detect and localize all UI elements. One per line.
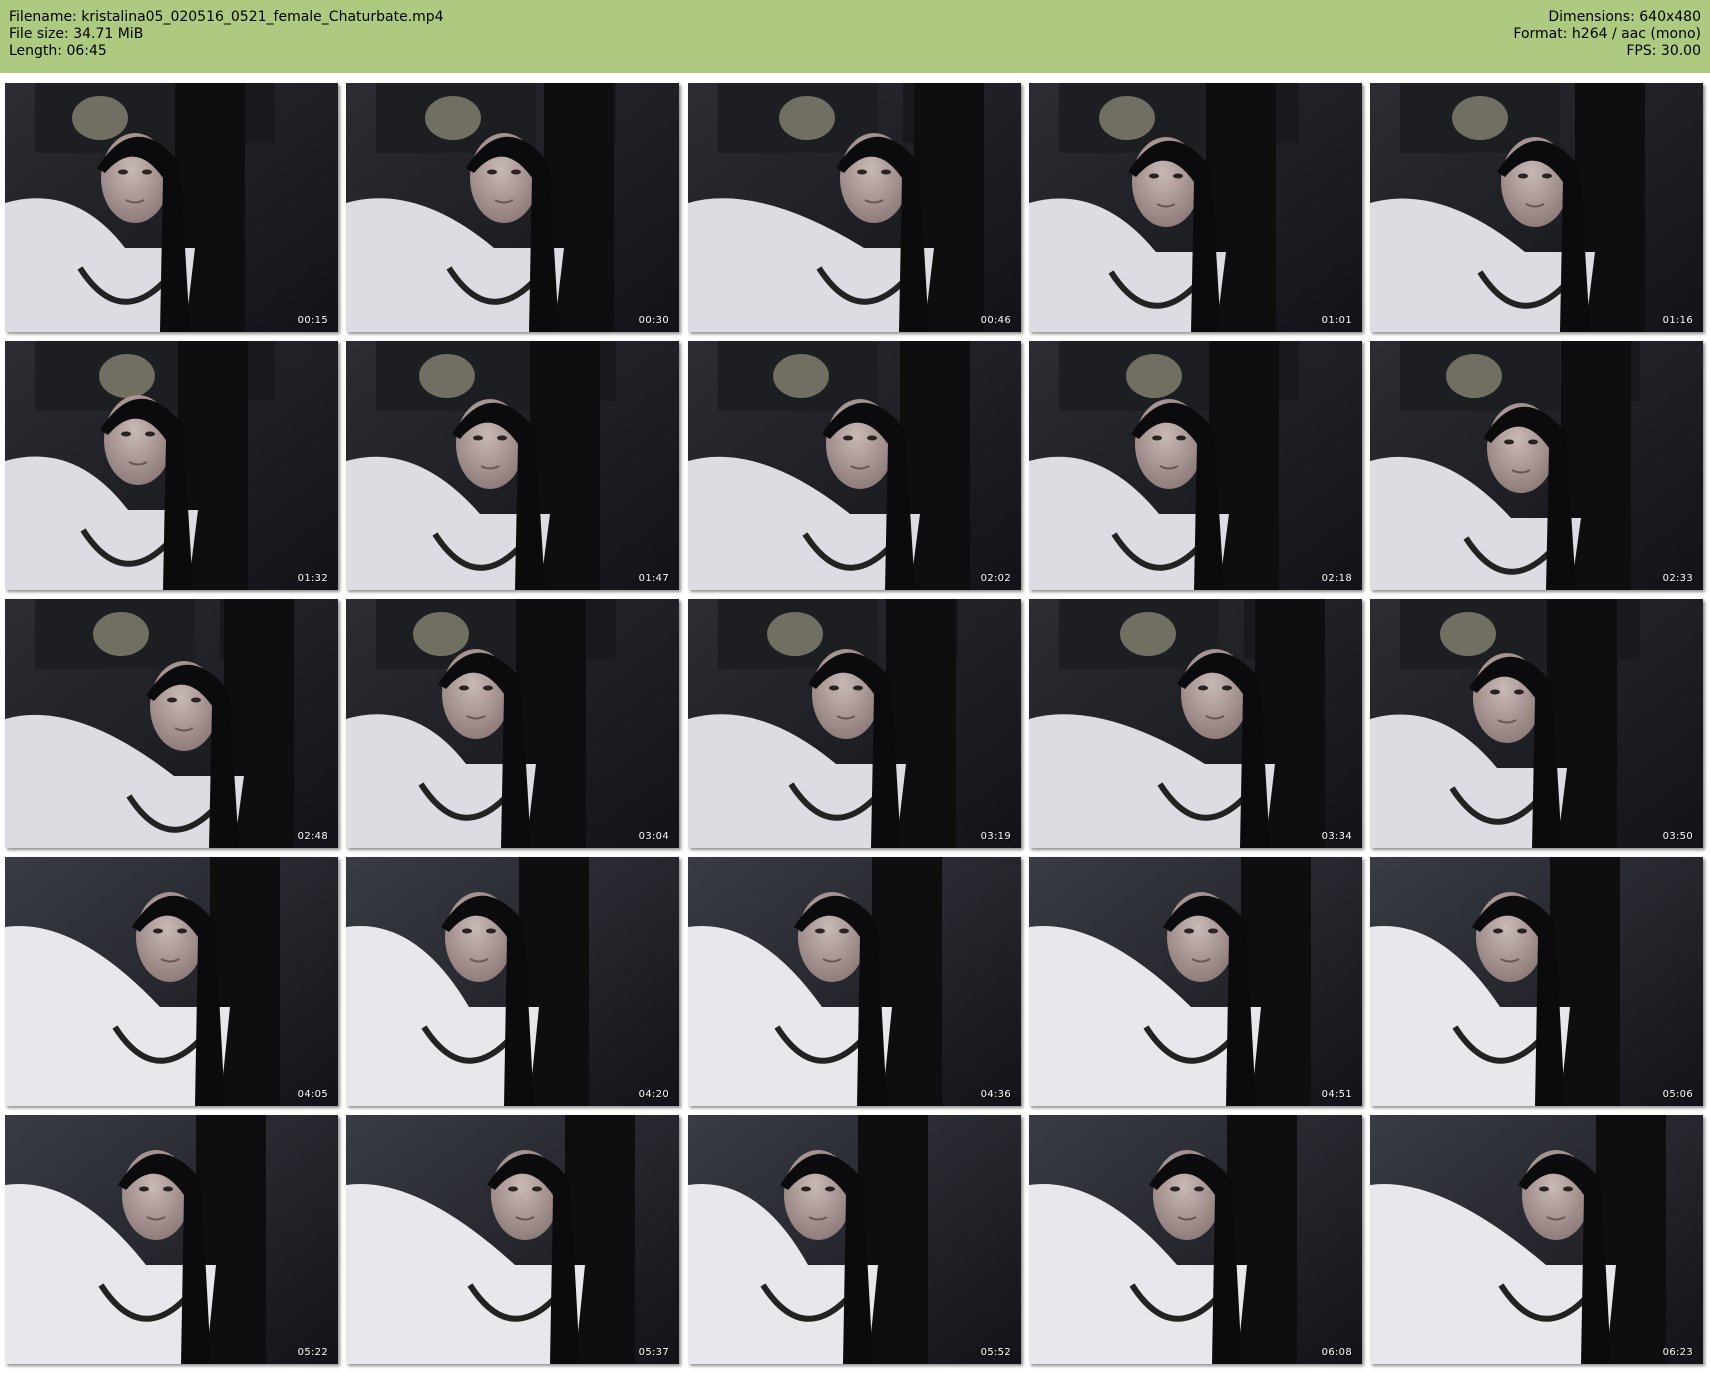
video-thumbnail: 04:36 [688, 857, 1021, 1106]
thumbnail-timestamp: 00:15 [297, 315, 328, 326]
video-thumbnail: 06:23 [1370, 1115, 1703, 1364]
thumbnail-timestamp: 03:19 [980, 831, 1011, 842]
thumbnail-timestamp: 05:22 [297, 1347, 328, 1358]
video-thumbnail: 02:18 [1029, 341, 1362, 590]
thumbnail-timestamp: 04:36 [980, 1089, 1011, 1100]
thumbnail-frame-image [688, 83, 1021, 332]
thumbnail-timestamp: 03:34 [1321, 831, 1352, 842]
video-thumbnail: 01:01 [1029, 83, 1362, 332]
video-thumbnail: 03:50 [1370, 599, 1703, 848]
video-thumbnail: 03:19 [688, 599, 1021, 848]
thumbnail-timestamp: 05:06 [1662, 1089, 1693, 1100]
video-thumbnail: 04:05 [5, 857, 338, 1106]
video-thumbnail: 01:47 [346, 341, 679, 590]
thumbnail-timestamp: 02:33 [1662, 573, 1693, 584]
thumbnail-frame-image [688, 857, 1021, 1106]
thumbnail-frame-image [5, 83, 338, 332]
length-text: Length: 06:45 [9, 43, 107, 59]
thumbnail-frame-image [5, 341, 338, 590]
thumbnail-timestamp: 01:01 [1321, 315, 1352, 326]
thumbnail-timestamp: 01:47 [638, 573, 669, 584]
thumbnail-timestamp: 01:16 [1662, 315, 1693, 326]
thumbnail-frame-image [1370, 599, 1703, 848]
video-thumbnail: 01:32 [5, 341, 338, 590]
video-thumbnail: 05:22 [5, 1115, 338, 1364]
filesize-text: File size: 34.71 MiB [9, 26, 144, 42]
thumbnail-timestamp: 06:08 [1321, 1347, 1352, 1358]
thumbnail-frame-image [1370, 1115, 1703, 1364]
thumbnail-frame-image [346, 1115, 679, 1364]
thumbnail-frame-image [346, 83, 679, 332]
video-thumbnail: 04:51 [1029, 857, 1362, 1106]
thumbnail-frame-image [688, 341, 1021, 590]
format-text: Format: h264 / aac (mono) [1513, 26, 1701, 42]
video-thumbnail: 00:15 [5, 83, 338, 332]
video-thumbnail: 00:30 [346, 83, 679, 332]
thumbnail-timestamp: 02:48 [297, 831, 328, 842]
thumbnail-timestamp: 05:37 [638, 1347, 669, 1358]
info-right: Dimensions: 640x480 Format: h264 / aac (… [1513, 9, 1701, 60]
thumbnail-frame-image [1029, 857, 1362, 1106]
fps-text: FPS: 30.00 [1626, 43, 1701, 59]
thumbnail-timestamp: 01:32 [297, 573, 328, 584]
thumbnail-frame-image [688, 1115, 1021, 1364]
thumbnail-timestamp: 04:51 [1321, 1089, 1352, 1100]
thumbnail-frame-image [346, 341, 679, 590]
thumbnail-frame-image [1029, 341, 1362, 590]
thumbnail-frame-image [1029, 83, 1362, 332]
info-left: Filename: kristalina05_020516_0521_femal… [9, 9, 444, 60]
thumbnail-timestamp: 06:23 [1662, 1347, 1693, 1358]
thumbnail-frame-image [346, 857, 679, 1106]
thumbnail-frame-image [346, 599, 679, 848]
dimensions-text: Dimensions: 640x480 [1548, 9, 1701, 25]
thumbnail-frame-image [1370, 83, 1703, 332]
thumbnail-grid: 00:15 00:30 00:46 01:01 01:16 01:32 01:47 02:02… [5, 83, 1705, 1368]
thumbnail-frame-image [1370, 341, 1703, 590]
thumbnail-frame-image [688, 599, 1021, 848]
info-header: Filename: kristalina05_020516_0521_femal… [0, 0, 1710, 73]
thumbnail-timestamp: 03:04 [638, 831, 669, 842]
thumbnail-frame-image [5, 599, 338, 848]
video-thumbnail: 05:37 [346, 1115, 679, 1364]
thumbnail-timestamp: 04:05 [297, 1089, 328, 1100]
video-thumbnail: 04:20 [346, 857, 679, 1106]
thumbnail-timestamp: 00:46 [980, 315, 1011, 326]
filename-text: Filename: kristalina05_020516_0521_femal… [9, 9, 444, 25]
video-thumbnail: 06:08 [1029, 1115, 1362, 1364]
video-thumbnail: 03:34 [1029, 599, 1362, 848]
thumbnail-timestamp: 05:52 [980, 1347, 1011, 1358]
video-thumbnail: 05:06 [1370, 857, 1703, 1106]
thumbnail-frame-image [1370, 857, 1703, 1106]
thumbnail-frame-image [1029, 599, 1362, 848]
video-thumbnail: 01:16 [1370, 83, 1703, 332]
thumbnail-frame-image [5, 1115, 338, 1364]
video-thumbnail: 00:46 [688, 83, 1021, 332]
video-thumbnail: 03:04 [346, 599, 679, 848]
thumbnail-timestamp: 02:18 [1321, 573, 1352, 584]
thumbnail-timestamp: 00:30 [638, 315, 669, 326]
thumbnail-timestamp: 04:20 [638, 1089, 669, 1100]
thumbnail-frame-image [1029, 1115, 1362, 1364]
thumbnail-timestamp: 02:02 [980, 573, 1011, 584]
thumbnail-timestamp: 03:50 [1662, 831, 1693, 842]
video-thumbnail: 05:52 [688, 1115, 1021, 1364]
video-thumbnail: 02:33 [1370, 341, 1703, 590]
thumbnail-frame-image [5, 857, 338, 1106]
video-thumbnail: 02:48 [5, 599, 338, 848]
video-thumbnail: 02:02 [688, 341, 1021, 590]
